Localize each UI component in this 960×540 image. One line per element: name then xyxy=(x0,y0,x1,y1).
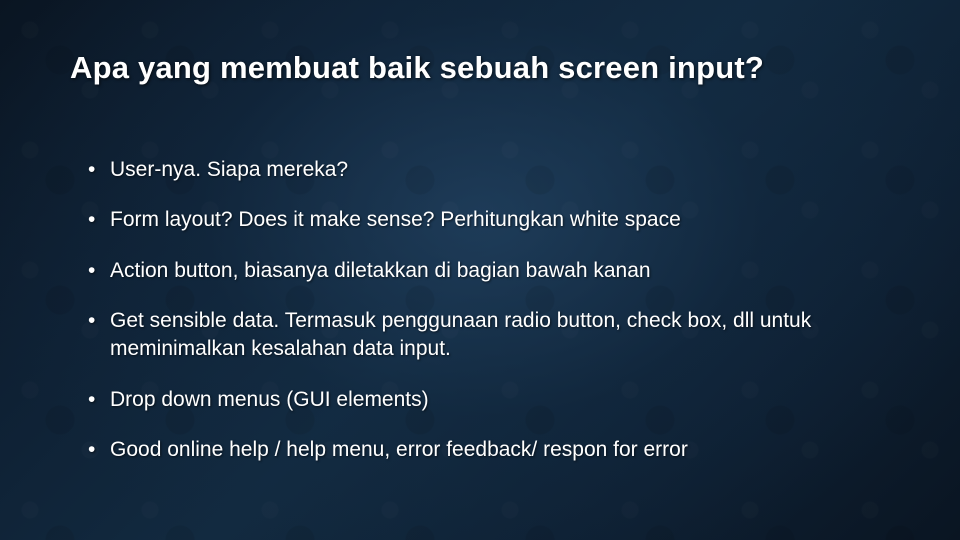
slide-title: Apa yang membuat baik sebuah screen inpu… xyxy=(70,50,890,86)
bullet-list: User-nya. Siapa mereka? Form layout? Doe… xyxy=(70,156,890,464)
list-item: Good online help / help menu, error feed… xyxy=(88,436,890,464)
list-item: Form layout? Does it make sense? Perhitu… xyxy=(88,206,890,234)
list-item: User-nya. Siapa mereka? xyxy=(88,156,890,184)
list-item: Get sensible data. Termasuk penggunaan r… xyxy=(88,307,890,364)
list-item: Drop down menus (GUI elements) xyxy=(88,386,890,414)
presentation-slide: Apa yang membuat baik sebuah screen inpu… xyxy=(0,0,960,540)
list-item: Action button, biasanya diletakkan di ba… xyxy=(88,257,890,285)
